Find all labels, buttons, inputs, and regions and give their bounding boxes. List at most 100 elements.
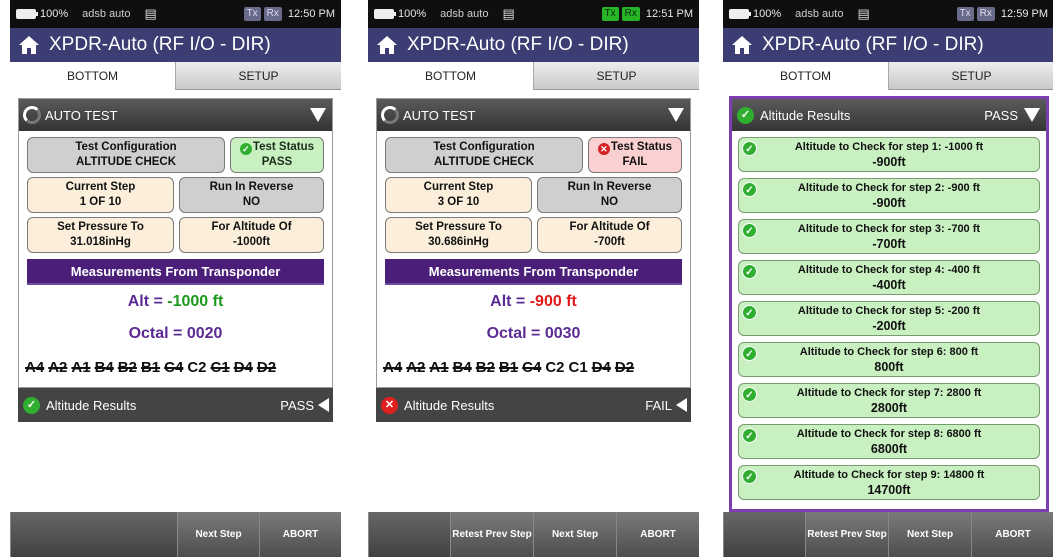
status-value: FAIL [622, 156, 648, 168]
step-check-label: Altitude to Check for step 2: -900 ft [797, 182, 981, 194]
check-circle-icon: ✓ [742, 264, 757, 279]
title-bar: XPDR-Auto (RF I/O - DIR) [10, 28, 341, 62]
clock: 12:51 PM [645, 8, 693, 20]
check-circle-icon: ✓ [742, 305, 757, 320]
tab-bar: BOTTOM SETUP [723, 62, 1053, 90]
step-check-label: Altitude to Check for step 8: 6800 ft [796, 428, 982, 440]
check-circle-icon: ✓ [742, 469, 757, 484]
test-configuration-cell[interactable]: Test Configuration ALTITUDE CHECK [27, 137, 225, 173]
bottom-button-bar: Retest Prev Step Next Step ABORT [723, 512, 1053, 557]
tab-bar: BOTTOM SETUP [368, 62, 699, 90]
expand-arrow-icon[interactable] [676, 398, 687, 412]
abort-button[interactable]: ABORT [971, 512, 1053, 557]
next-step-button[interactable]: Next Step [888, 512, 971, 557]
screen-2: 100% adsb auto ▤ Tx Rx 12:51 PM XPDR-Aut… [368, 0, 699, 557]
status-label: Test Status [252, 141, 315, 153]
tab-bottom[interactable]: BOTTOM [723, 62, 888, 90]
reverse-label: Run In Reverse [209, 181, 294, 193]
step-measured-value: -900ft [872, 196, 906, 210]
check-circle-icon: ✓ [742, 182, 757, 197]
auto-test-panel: AUTO TEST Test Configuration ALTITUDE CH… [376, 98, 691, 388]
step-check-label: Altitude to Check for step 5: -200 ft [797, 305, 981, 317]
test-configuration-cell[interactable]: Test Configuration ALTITUDE CHECK [385, 137, 583, 173]
cfg-label: Test Configuration [75, 141, 177, 153]
step-measured-value: 6800ft [870, 442, 908, 456]
collapse-arrow-icon[interactable] [668, 108, 684, 122]
tab-bottom[interactable]: BOTTOM [10, 62, 175, 90]
gillham-codes: A4 A2 A1 B4 B2 B1 C4 C2 C1 D4 D2 [377, 359, 690, 376]
set-pressure-cell: Set Pressure To 31.018inHg [27, 217, 174, 253]
retest-prev-step-button[interactable]: Retest Prev Step [805, 512, 888, 557]
code-bit: B2 [475, 359, 495, 376]
abort-button[interactable]: ABORT [259, 512, 341, 557]
check-icon: ✓ [239, 143, 252, 155]
alt-prefix: Alt = [490, 293, 530, 310]
next-step-button[interactable]: Next Step [177, 512, 259, 557]
altitude-results-header[interactable]: ✓ Altitude Results PASS [732, 99, 1046, 131]
tab-setup[interactable]: SETUP [533, 62, 699, 90]
code-bit: D2 [614, 359, 635, 376]
step-result-item: ✓ Altitude to Check for step 6: 800 ft 800… [738, 342, 1040, 377]
code-bit: C1 [568, 359, 588, 376]
run-in-reverse-cell[interactable]: Run In Reverse NO [537, 177, 682, 213]
battery-icon [16, 9, 38, 19]
home-icon[interactable] [18, 35, 40, 55]
step-check-label: Altitude to Check for step 3: -700 ft [797, 223, 981, 235]
title-bar: XPDR-Auto (RF I/O - DIR) [723, 28, 1053, 62]
panel-title: AUTO TEST [45, 107, 118, 123]
code-bit: A1 [429, 359, 449, 376]
expand-arrow-icon[interactable] [318, 398, 329, 412]
step-measured-value: 14700ft [867, 483, 911, 497]
app-title: XPDR-Auto (RF I/O - DIR) [49, 34, 271, 55]
pressure-label: Set Pressure To [57, 221, 144, 233]
tx-indicator: Tx [243, 7, 261, 21]
test-info-grid: Test Configuration ALTITUDE CHECK ✓ Test … [19, 131, 332, 173]
for-altitude-cell: For Altitude Of -700ft [537, 217, 682, 253]
collapse-arrow-icon[interactable] [310, 108, 326, 122]
home-icon[interactable] [731, 35, 753, 55]
empty-softkey [723, 512, 805, 557]
home-icon[interactable] [376, 35, 398, 55]
code-bit: D4 [233, 359, 253, 376]
collapse-arrow-icon[interactable] [1024, 108, 1040, 122]
spinner-icon [381, 106, 399, 124]
code-bit: D2 [256, 359, 277, 376]
abort-button[interactable]: ABORT [616, 512, 699, 557]
auto-test-header[interactable]: AUTO TEST [19, 99, 332, 131]
check-circle-icon: ✓ [23, 396, 40, 414]
results-label: Altitude Results [404, 397, 495, 413]
tab-setup[interactable]: SETUP [175, 62, 341, 90]
tab-bottom[interactable]: BOTTOM [368, 62, 533, 90]
test-status-cell: ✓ Test Status PASS [230, 137, 324, 173]
code-bit: A4 [383, 359, 403, 376]
results-label: Altitude Results [46, 397, 137, 413]
results-status: PASS [280, 397, 314, 413]
bottom-button-bar: Next Step ABORT [10, 512, 341, 557]
battery-icon [729, 9, 751, 19]
code-bit: B1 [140, 359, 161, 376]
panel-title: AUTO TEST [403, 107, 476, 123]
step-value: 3 OF 10 [437, 196, 480, 208]
results-status: FAIL [645, 397, 672, 413]
app-title: XPDR-Auto (RF I/O - DIR) [762, 34, 984, 55]
clock: 12:59 PM [1000, 8, 1048, 20]
pressure-value: 31.018inHg [70, 236, 131, 248]
run-in-reverse-cell[interactable]: Run In Reverse NO [179, 177, 324, 213]
keyboard-icon: ▤ [144, 6, 157, 21]
step-grid: Current Step 1 OF 10 Run In Reverse NO S… [19, 173, 332, 253]
step-result-item: ✓ Altitude to Check for step 4: -400 ft -4… [738, 260, 1040, 295]
keyboard-icon: ▤ [857, 6, 870, 21]
next-step-button[interactable]: Next Step [533, 512, 616, 557]
step-value: 1 OF 10 [79, 196, 122, 208]
pressure-label: Set Pressure To [415, 221, 502, 233]
altitude-results-bar[interactable]: ✕ Altitude Results FAIL [376, 388, 691, 422]
step-check-label: Altitude to Check for step 9: 14800 ft [793, 469, 985, 481]
auto-test-header[interactable]: AUTO TEST [377, 99, 690, 131]
octal-readout: Octal = 0020 [128, 325, 223, 342]
tab-setup[interactable]: SETUP [888, 62, 1053, 90]
altitude-results-bar[interactable]: ✓ Altitude Results PASS [18, 388, 333, 422]
pressure-value: 30.686inHg [428, 236, 489, 248]
retest-prev-step-button[interactable]: Retest Prev Step [450, 512, 533, 557]
status-bar: 100% adsb auto ▤ Tx Rx 12:50 PM [10, 0, 341, 28]
cfg-value: ALTITUDE CHECK [75, 156, 177, 168]
